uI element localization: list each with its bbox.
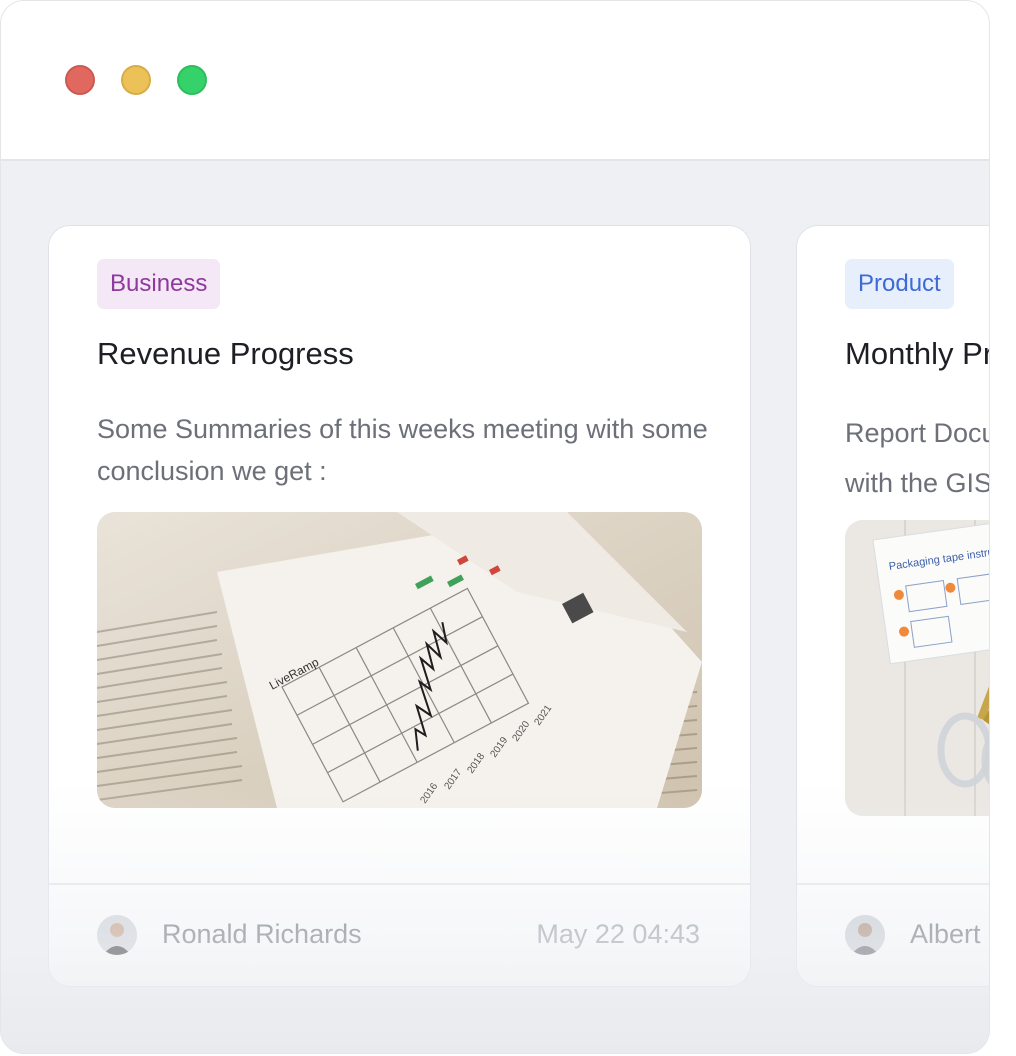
author-name[interactable]: Albert F — [910, 919, 989, 950]
card-footer: Albert F — [797, 883, 989, 986]
packaging-scissors-image: Packaging tape instructions — [845, 520, 989, 816]
card-footer: Ronald Richards May 22 04:43 — [49, 883, 750, 986]
author-avatar[interactable] — [97, 915, 137, 955]
card-title: Revenue Progress — [97, 336, 354, 371]
window-titlebar — [1, 1, 989, 161]
author-name[interactable]: Ronald Richards — [162, 919, 362, 950]
close-window-button[interactable] — [65, 65, 95, 95]
author-avatar[interactable] — [845, 915, 885, 955]
app-window: Business Revenue Progress Some Summaries… — [0, 0, 990, 1054]
card-revenue-progress[interactable]: Business Revenue Progress Some Summaries… — [48, 225, 751, 987]
maximize-window-button[interactable] — [177, 65, 207, 95]
category-tag[interactable]: Business — [97, 259, 221, 309]
card-description-line: with the GISE — [845, 468, 989, 498]
post-timestamp: May 22 04:43 — [536, 919, 700, 949]
card-description-line: Report Docur — [845, 418, 990, 448]
card-title: Monthly Pro — [845, 336, 989, 371]
minimize-window-button[interactable] — [121, 65, 151, 95]
card-monthly-progress[interactable]: Product Monthly Pro Report Docur with th… — [796, 225, 990, 987]
card-image: LiveRamp 2016 2017 2018 2019 2020 2021 — [97, 512, 702, 808]
category-tag[interactable]: Product — [845, 259, 954, 309]
newspaper-chart-image: LiveRamp 2016 2017 2018 2019 2020 2021 — [97, 512, 702, 808]
card-image: Packaging tape instructions — [845, 520, 989, 816]
card-description: Some Summaries of this weeks meeting wit… — [97, 414, 708, 486]
card-description: Report Docur with the GISE — [845, 408, 990, 508]
